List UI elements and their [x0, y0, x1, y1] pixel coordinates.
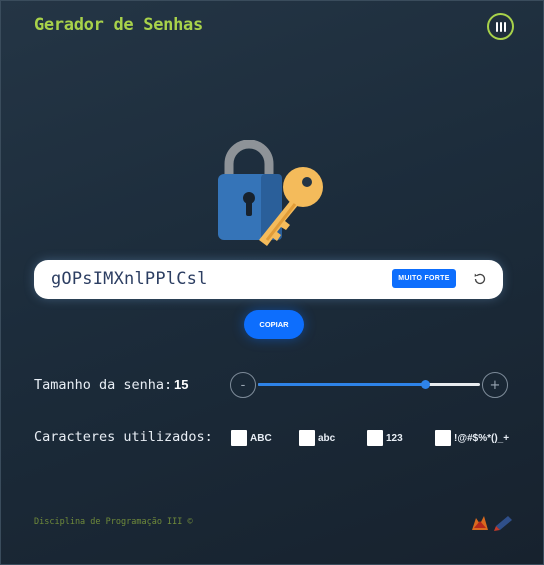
password-size-label: Tamanho da senha:: [34, 377, 173, 393]
strength-badge: MUITO FORTE: [392, 269, 456, 288]
menu-icon-bar: [499, 21, 502, 32]
password-display: gOPsIMXnlPPlCsl MUITO FORTE: [34, 260, 503, 299]
decrease-size-button[interactable]: -: [230, 372, 256, 398]
symbols-label: !@#$%*()_+: [454, 432, 510, 444]
refresh-icon[interactable]: [472, 271, 488, 287]
symbols-checkbox[interactable]: [435, 430, 451, 446]
menu-button[interactable]: [487, 13, 514, 40]
menu-icon: [495, 21, 498, 32]
password-size-value: 15: [174, 377, 189, 392]
slider-fill: [258, 383, 425, 386]
slider-thumb[interactable]: [420, 380, 430, 389]
app-title: Gerador de Senhas: [34, 15, 203, 35]
numbers-checkbox[interactable]: [367, 430, 383, 446]
password-text[interactable]: gOPsIMXnlPPlCsl: [51, 269, 208, 289]
lowercase-option[interactable]: abc: [299, 430, 335, 446]
password-size-slider[interactable]: [258, 380, 480, 389]
uppercase-checkbox[interactable]: [231, 430, 247, 446]
uppercase-option[interactable]: ABC: [231, 430, 272, 446]
uppercase-label: ABC: [250, 432, 272, 444]
footer-credit: Disciplina de Programação III ©: [34, 517, 193, 527]
institution-logo-icon: [472, 516, 512, 531]
copy-button[interactable]: COPIAR: [244, 310, 304, 339]
symbols-option[interactable]: !@#$%*()_+: [435, 430, 509, 446]
numbers-option[interactable]: 123: [367, 430, 403, 446]
characters-label: Caracteres utilizados:: [34, 429, 213, 445]
menu-icon-bar: [503, 21, 506, 32]
lowercase-label: abc: [318, 432, 336, 444]
numbers-label: 123: [386, 432, 403, 444]
increase-size-button[interactable]: +: [482, 372, 508, 398]
lock-key-icon: [218, 140, 323, 246]
lowercase-checkbox[interactable]: [299, 430, 315, 446]
